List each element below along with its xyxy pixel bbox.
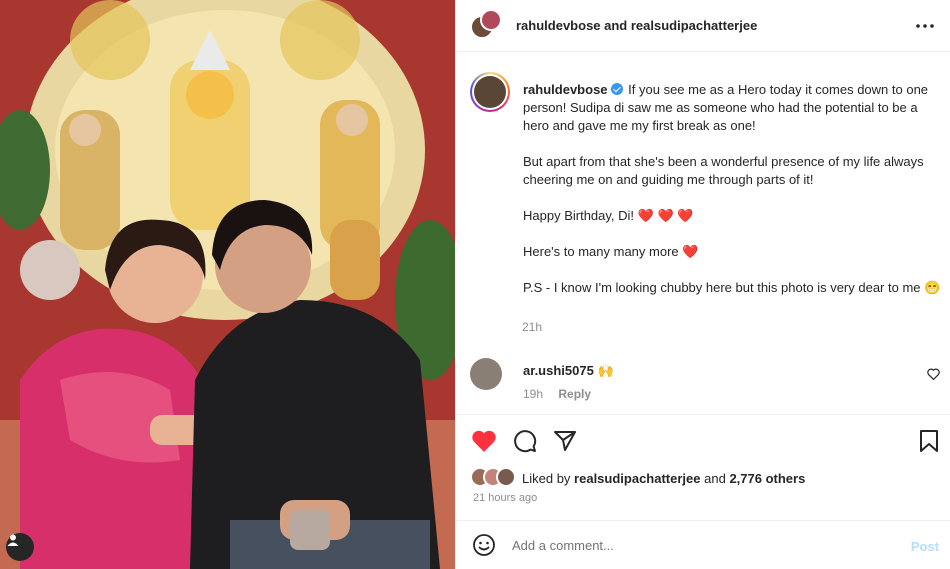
heart-filled-icon [472,430,496,452]
comment-input[interactable] [512,537,892,553]
caption-timestamp[interactable]: 21h [522,320,542,334]
caption-avatar[interactable] [470,72,510,112]
like-button[interactable] [471,429,497,455]
verified-badge-icon [610,83,623,95]
post-timestamp[interactable]: 21 hours ago [473,492,537,504]
caption-line: But apart from that she's been a wonderf… [523,154,924,187]
heart-emoji: ❤️ [682,244,699,259]
likes-others-link[interactable]: 2,776 others [729,471,805,486]
comment-item: ar.ushi5075 🙌 19h Reply [470,358,940,404]
post-header: rahuldevbose and realsudipachatterjee [456,0,950,52]
bookmark-icon [920,430,938,452]
liker-username[interactable]: realsudipachatterjee [574,471,700,486]
grin-emoji: 😁 [924,280,941,295]
header-usernames[interactable]: rahuldevbose and realsudipachatterjee [516,18,757,33]
collab-avatars[interactable] [470,8,504,43]
comment-button[interactable] [513,429,539,455]
comment-emoji: 🙌 [597,363,614,378]
avatar [480,8,502,31]
share-icon [554,431,576,451]
post-photo[interactable] [0,0,455,569]
user-tag-button[interactable] [6,533,34,561]
comment-timestamp[interactable]: 19h [523,387,543,401]
post-detail-panel: rahuldevbose and realsudipachatterjee ra… [455,0,950,569]
emoji-icon[interactable] [472,533,496,557]
likes-summary: Liked by realsudipachatterjee and 2,776 … [470,467,805,489]
comment-like-button[interactable] [927,368,940,383]
user-tag-icon [7,534,19,546]
avatar[interactable] [470,358,502,390]
heart-emoji: ❤️ ❤️ ❤️ [637,208,694,223]
post-actions [456,414,950,466]
add-comment-bar: Post [456,520,950,569]
caption-line: Happy Birthday, Di! [523,208,635,223]
more-options-button[interactable] [913,14,937,38]
caption-line: P.S - I know I'm looking chubby here but… [523,280,921,295]
caption-line: Here's to many many more [523,244,679,259]
likes-and: and [704,470,726,486]
reply-button[interactable]: Reply [558,387,591,401]
save-button[interactable] [918,429,944,455]
liker-avatars [470,467,520,489]
comment-icon [514,430,537,453]
post-comment-button[interactable]: Post [911,539,939,554]
share-button[interactable] [553,429,579,455]
likes-prefix: Liked by [522,470,571,486]
heart-outline-icon [927,368,940,381]
more-horizontal-icon [916,24,934,28]
caption-text: rahuldevbose If you see me as a Hero tod… [523,81,941,315]
caption-username[interactable]: rahuldevbose [523,82,608,97]
photo-illustration [0,0,455,569]
comment-username[interactable]: ar.ushi5075 [523,363,594,378]
